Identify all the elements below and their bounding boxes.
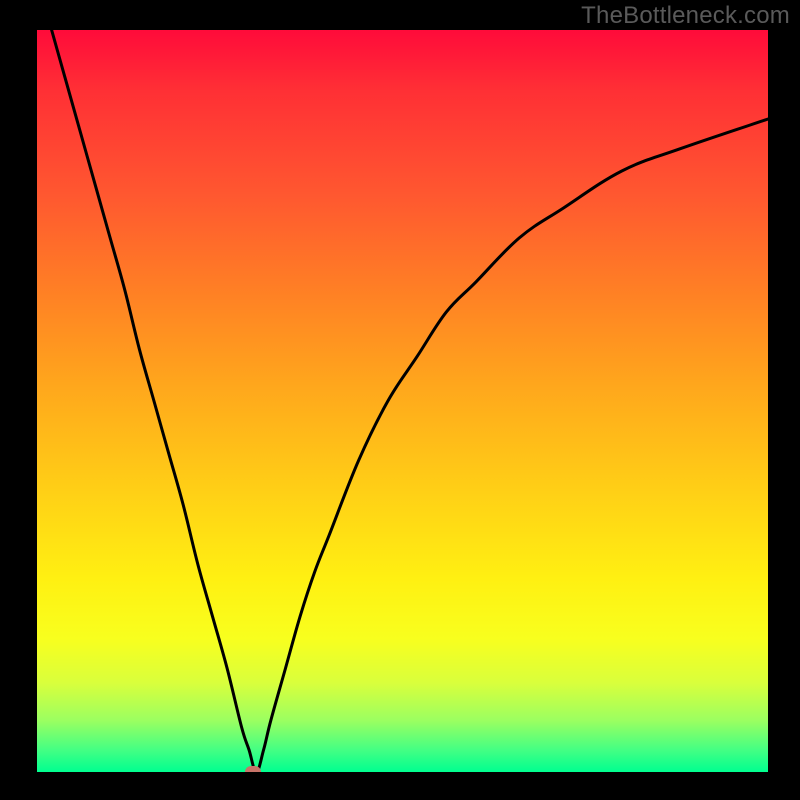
minimum-marker (245, 766, 261, 772)
plot-area (37, 30, 768, 772)
watermark-text: TheBottleneck.com (581, 2, 790, 30)
background-gradient (37, 30, 768, 772)
chart-frame: TheBottleneck.com (0, 0, 800, 800)
